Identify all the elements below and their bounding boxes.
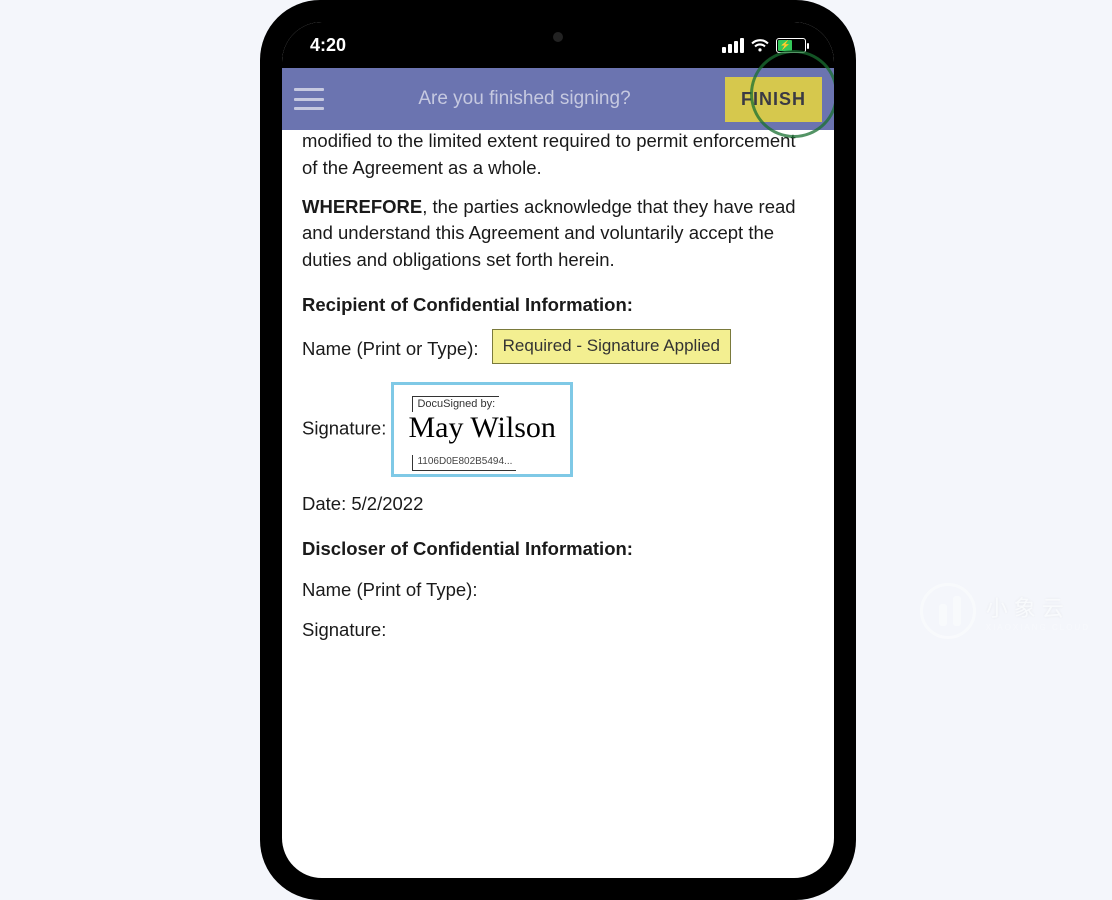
battery-charging-icon: ⚡	[778, 40, 792, 51]
phone-frame: 4:20 ⚡ Are you finished signing? FINISH	[260, 0, 856, 900]
recipient-heading: Recipient of Confidential Information:	[302, 292, 814, 319]
menu-button[interactable]	[294, 88, 324, 110]
date-row: Date: 5/2/2022	[302, 491, 814, 518]
discloser-name-row: Name (Print of Type):	[302, 577, 814, 604]
phone-screen: 4:20 ⚡ Are you finished signing? FINISH	[282, 22, 834, 878]
phone-notch	[463, 22, 653, 52]
recipient-name-row: Name (Print or Type): Required - Signatu…	[302, 333, 814, 368]
name-label: Name (Print or Type):	[302, 338, 479, 359]
phone-bezel: 4:20 ⚡ Are you finished signing? FINISH	[274, 14, 842, 886]
paragraph-tail: modified to the limited extent required …	[302, 128, 814, 182]
watermark-text-block: 小象云 XIAOXIANG CLOUD	[986, 591, 1090, 632]
signature-header: DocuSigned by:	[412, 396, 499, 413]
wherefore-strong: WHEREFORE	[302, 196, 422, 217]
signature-id: 1106D0E802B5494...	[412, 455, 516, 471]
discloser-signature-label: Signature:	[302, 619, 386, 640]
recipient-signature-row: Signature: DocuSigned by: May Wilson 110…	[302, 382, 814, 477]
discloser-name-label: Name (Print of Type):	[302, 579, 477, 600]
document-body[interactable]: modified to the limited extent required …	[282, 130, 834, 644]
signature-label: Signature:	[302, 417, 386, 438]
watermark-sub: XIAOXIANG CLOUD	[986, 623, 1090, 632]
discloser-heading: Discloser of Confidential Information:	[302, 536, 814, 563]
paragraph-wherefore: WHEREFORE, the parties acknowledge that …	[302, 194, 814, 274]
watermark-brand: 小象云	[986, 596, 1070, 621]
cellular-icon	[722, 38, 744, 53]
signature-tooltip: Required - Signature Applied	[492, 329, 731, 364]
discloser-signature-row: Signature:	[302, 617, 814, 644]
header-title: Are you finished signing?	[324, 88, 725, 110]
watermark: 小象云 XIAOXIANG CLOUD	[920, 583, 1090, 639]
app-header: Are you finished signing? FINISH	[282, 68, 834, 130]
date-value: 5/2/2022	[351, 493, 423, 514]
battery-icon: ⚡	[776, 38, 806, 53]
status-time: 4:20	[310, 35, 346, 56]
signature-box[interactable]: DocuSigned by: May Wilson 1106D0E802B549…	[391, 382, 572, 477]
finish-button[interactable]: FINISH	[725, 77, 822, 122]
watermark-logo-icon	[920, 583, 976, 639]
signature-script: May Wilson	[404, 411, 559, 444]
wifi-icon	[750, 38, 770, 53]
date-label: Date:	[302, 493, 346, 514]
status-right: ⚡	[722, 38, 806, 53]
